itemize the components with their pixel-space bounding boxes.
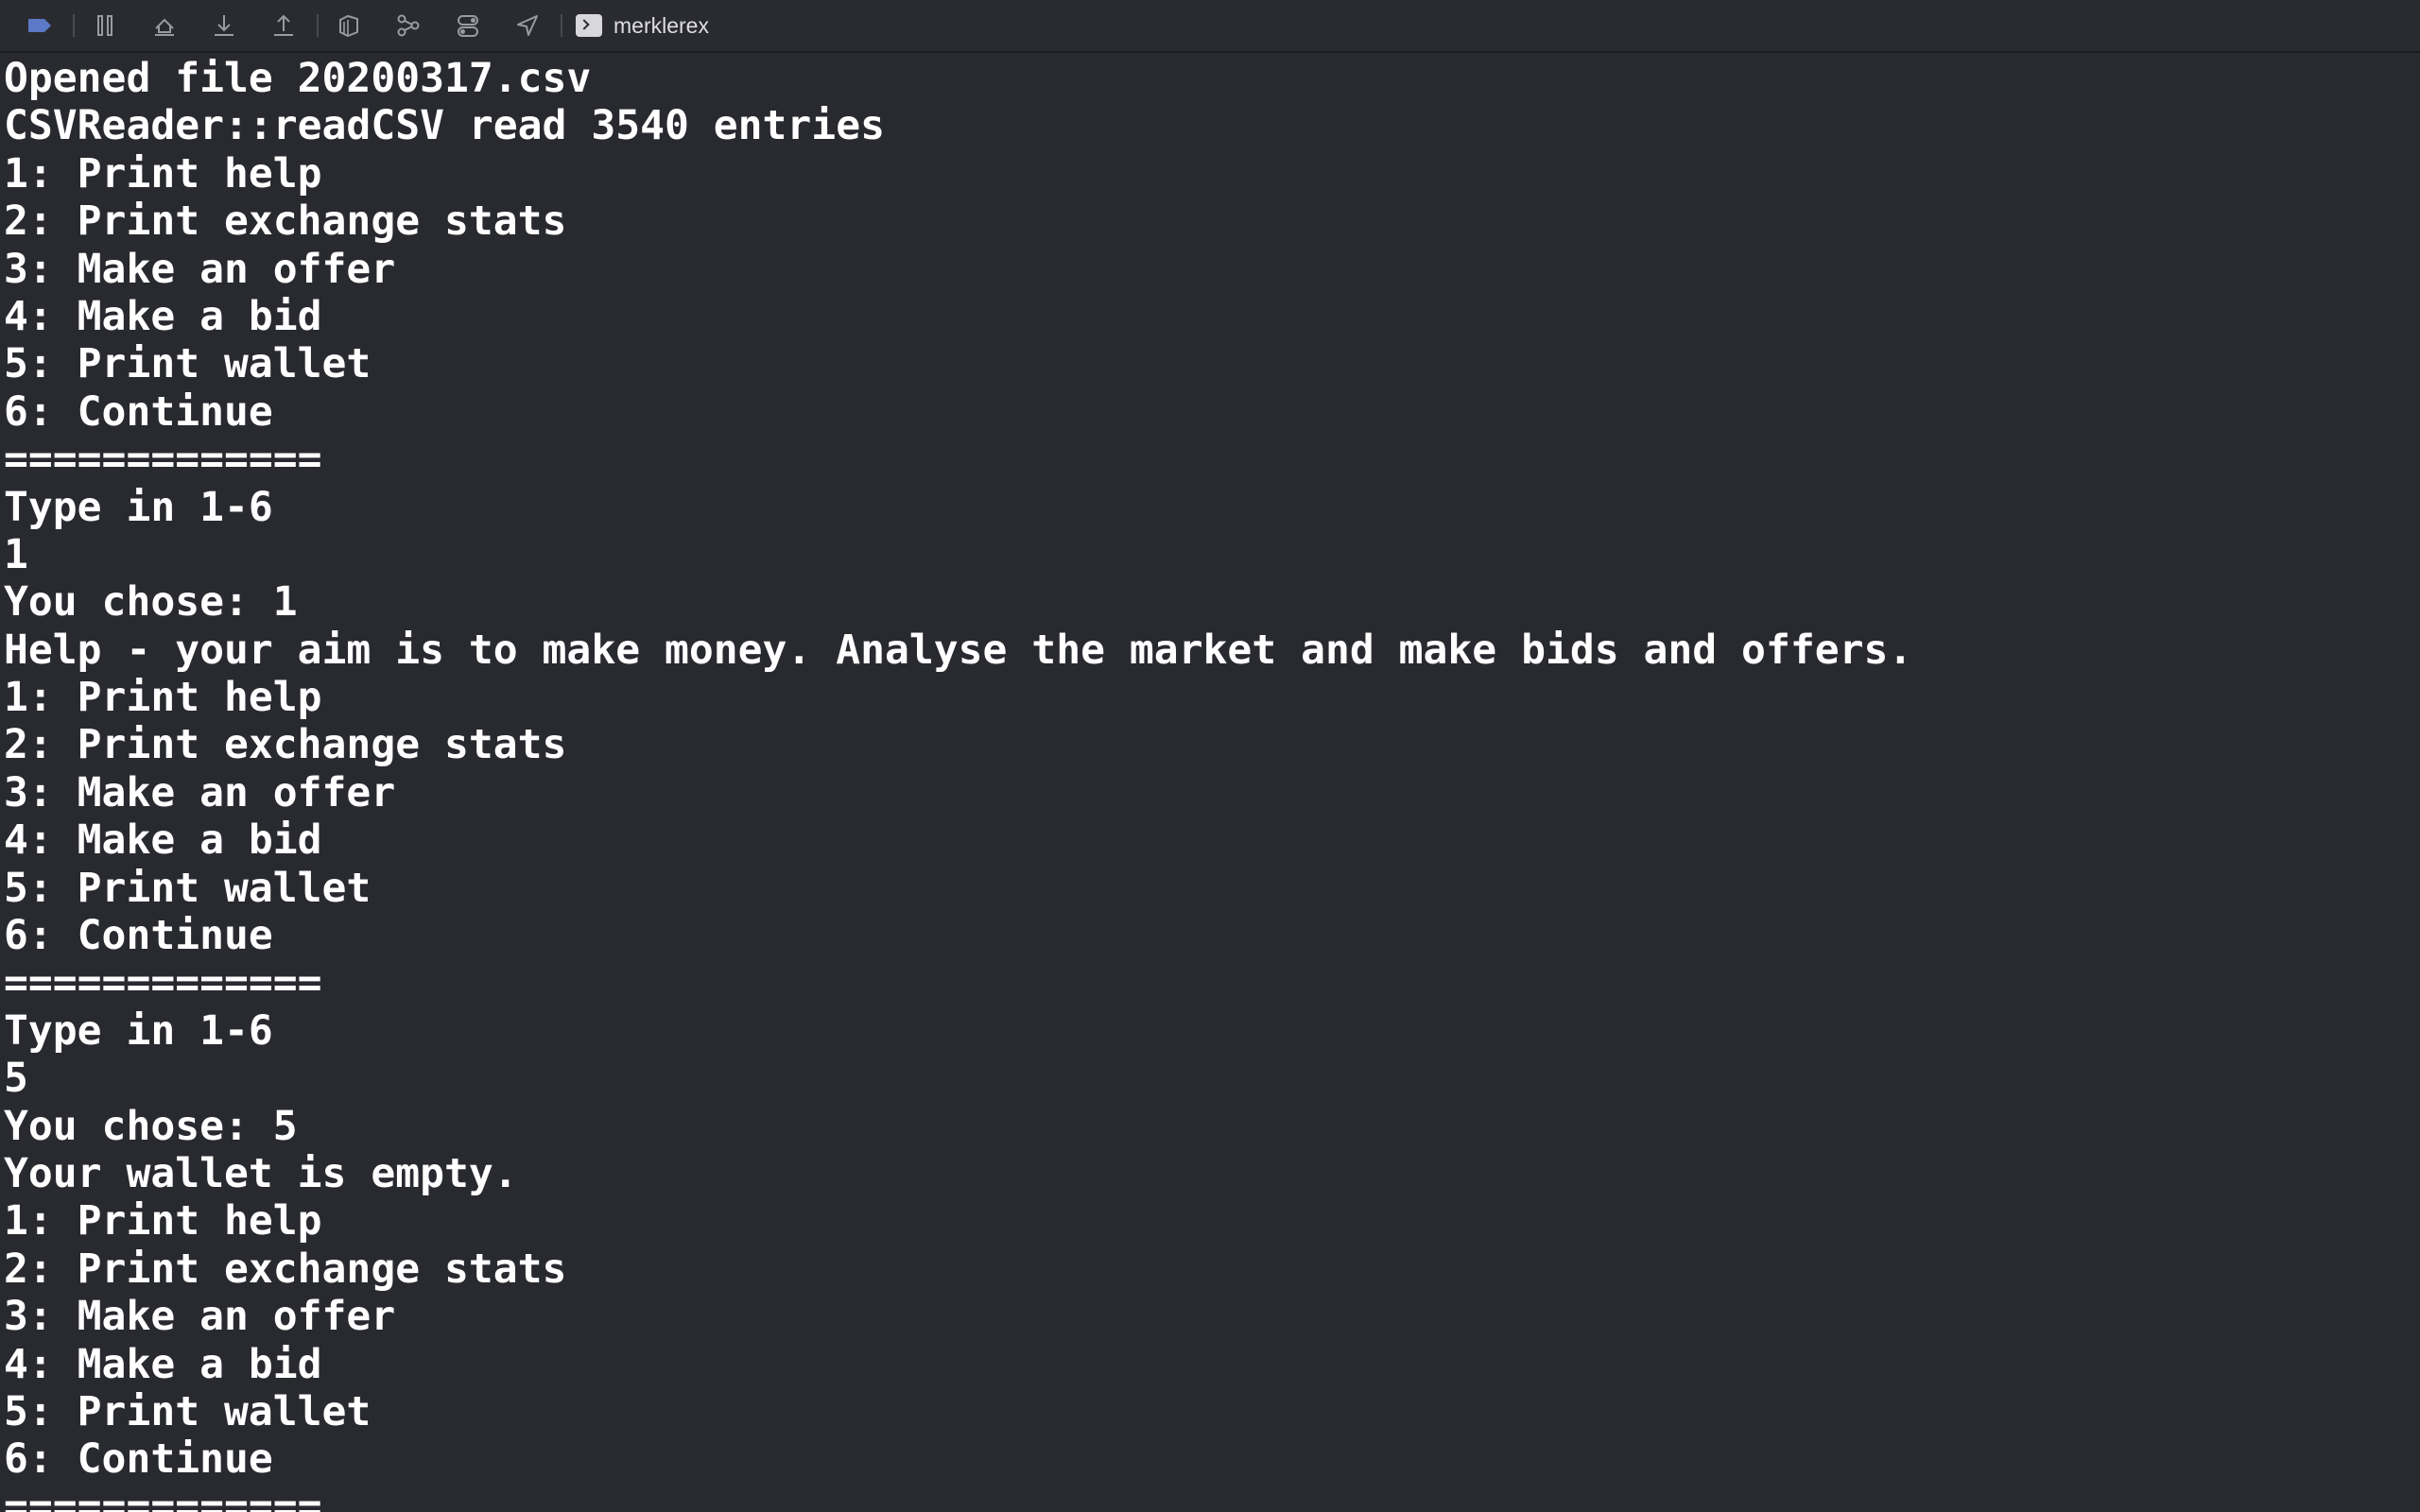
console-line: 1 xyxy=(4,530,28,578)
console-line: Opened file 20200317.csv xyxy=(4,55,592,102)
step-over-button[interactable] xyxy=(146,7,183,44)
toolbar-divider xyxy=(73,14,75,37)
terminal-icon xyxy=(576,14,602,37)
step-into-icon xyxy=(215,15,233,36)
console-line: Type in 1-6 xyxy=(4,483,273,531)
console-line: 5 xyxy=(4,1055,28,1103)
debug-toolbar: merklerex xyxy=(0,0,2420,53)
toolbar-divider xyxy=(317,14,319,37)
environment-overrides-icon xyxy=(458,15,478,37)
console-line: 4: Make a bid xyxy=(4,816,322,865)
console-line: Your wallet is empty. xyxy=(4,1149,518,1197)
console-line: 2: Print exchange stats xyxy=(4,1245,567,1293)
breakpoint-icon xyxy=(28,19,51,32)
breakpoints-toggle[interactable] xyxy=(21,7,59,44)
console-line: 6: Continue xyxy=(4,1435,273,1484)
memory-graph-icon xyxy=(397,14,420,37)
console-line: 5: Print wallet xyxy=(4,1387,372,1435)
console-line: ============= xyxy=(4,1483,322,1512)
console-line: ============= xyxy=(4,436,322,484)
pause-button[interactable] xyxy=(86,7,124,44)
step-into-button[interactable] xyxy=(205,7,243,44)
environment-overrides-button[interactable] xyxy=(449,7,487,44)
console-line: CSVReader::readCSV read 3540 entries xyxy=(4,102,885,150)
console-line: 5: Print wallet xyxy=(4,864,372,912)
step-out-icon xyxy=(274,14,293,36)
memory-graph-button[interactable] xyxy=(389,7,427,44)
view-hierarchy-icon xyxy=(339,14,358,38)
console-line: 4: Make a bid xyxy=(4,1340,322,1388)
console-line: 6: Continue xyxy=(4,387,273,436)
console-line: 4: Make a bid xyxy=(4,292,322,340)
console-line: 2: Print exchange stats xyxy=(4,721,567,769)
location-arrow-icon xyxy=(517,15,538,36)
console-line: Type in 1-6 xyxy=(4,1006,273,1055)
console-line: ============= xyxy=(4,959,322,1007)
console-output[interactable]: Opened file 20200317.csv CSVReader::read… xyxy=(4,55,2414,1512)
step-out-button[interactable] xyxy=(265,7,302,44)
console-line: 3: Make an offer xyxy=(4,768,396,816)
console-line: You chose: 5 xyxy=(4,1102,298,1150)
console-line: 3: Make an offer xyxy=(4,245,396,293)
debug-view-hierarchy-button[interactable] xyxy=(330,7,368,44)
pause-icon xyxy=(97,15,112,36)
console-line: 1: Print help xyxy=(4,674,322,722)
console-line: 5: Print wallet xyxy=(4,340,372,388)
console-line: Help - your aim is to make money. Analys… xyxy=(4,626,1913,674)
console-line: 3: Make an offer xyxy=(4,1293,396,1341)
console-line: 1: Print help xyxy=(4,149,322,198)
console-line: You chose: 1 xyxy=(4,578,298,627)
console-line: 2: Print exchange stats xyxy=(4,198,567,246)
toolbar-divider xyxy=(561,14,562,37)
step-over-icon xyxy=(155,18,174,36)
simulate-location-button[interactable] xyxy=(509,7,546,44)
target-name: merklerex xyxy=(614,12,709,38)
console-line: 1: Print help xyxy=(4,1197,322,1246)
console-line: 6: Continue xyxy=(4,912,273,960)
debug-target[interactable]: merklerex xyxy=(576,13,709,39)
